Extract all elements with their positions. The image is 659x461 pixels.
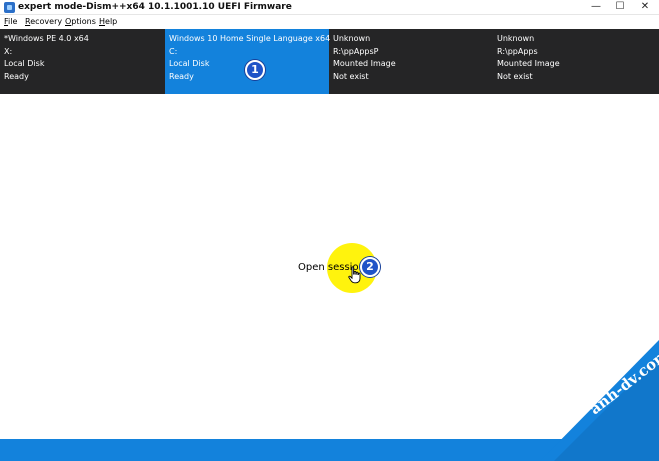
session-type: Mounted Image [333, 59, 396, 68]
session-item-windows10[interactable]: Windows 10 Home Single Language x64 C: L… [165, 29, 331, 94]
menu-help[interactable]: Help [99, 17, 117, 26]
minimize-button[interactable]: — [584, 0, 608, 15]
session-name: *Windows PE 4.0 x64 [4, 34, 89, 43]
session-status: Ready [4, 71, 29, 81]
session-item-mounted-p[interactable]: Unknown R:\ppAppsP Mounted Image Not exi… [329, 29, 493, 94]
title-bar: expert mode-Dism++x64 10.1.1001.10 UEFI … [0, 0, 659, 15]
menu-file[interactable]: File [4, 17, 17, 26]
session-type: Local Disk [4, 59, 45, 68]
session-drive: X: [4, 46, 13, 56]
step-badge-2: 2 [360, 257, 380, 277]
close-button[interactable]: ✕ [633, 0, 657, 15]
session-drive: C: [169, 46, 178, 56]
session-item-mounted[interactable]: Unknown R:\ppApps Mounted Image Not exis… [493, 29, 659, 94]
session-drive: R:\ppApps [497, 46, 538, 56]
menu-options[interactable]: Options [65, 17, 96, 26]
step-badge-1: 1 [245, 60, 265, 80]
session-status: Not exist [497, 71, 533, 81]
session-status: Not exist [333, 71, 369, 81]
session-type: Mounted Image [497, 59, 560, 68]
session-item-winpe[interactable]: *Windows PE 4.0 x64 X: Local Disk Ready [0, 29, 165, 94]
window-title: expert mode-Dism++x64 10.1.1001.10 UEFI … [18, 2, 292, 12]
session-name: Unknown [333, 34, 371, 43]
session-drive: R:\ppAppsP [333, 46, 379, 56]
maximize-button[interactable]: ☐ [608, 0, 632, 15]
menu-recovery[interactable]: Recovery [25, 17, 62, 26]
app-icon [4, 2, 15, 13]
session-list: *Windows PE 4.0 x64 X: Local Disk Ready … [0, 29, 659, 94]
session-name: Windows 10 Home Single Language x64 [169, 34, 331, 43]
menu-bar: File Recovery Options Help [0, 15, 659, 29]
session-name: Unknown [497, 34, 535, 43]
